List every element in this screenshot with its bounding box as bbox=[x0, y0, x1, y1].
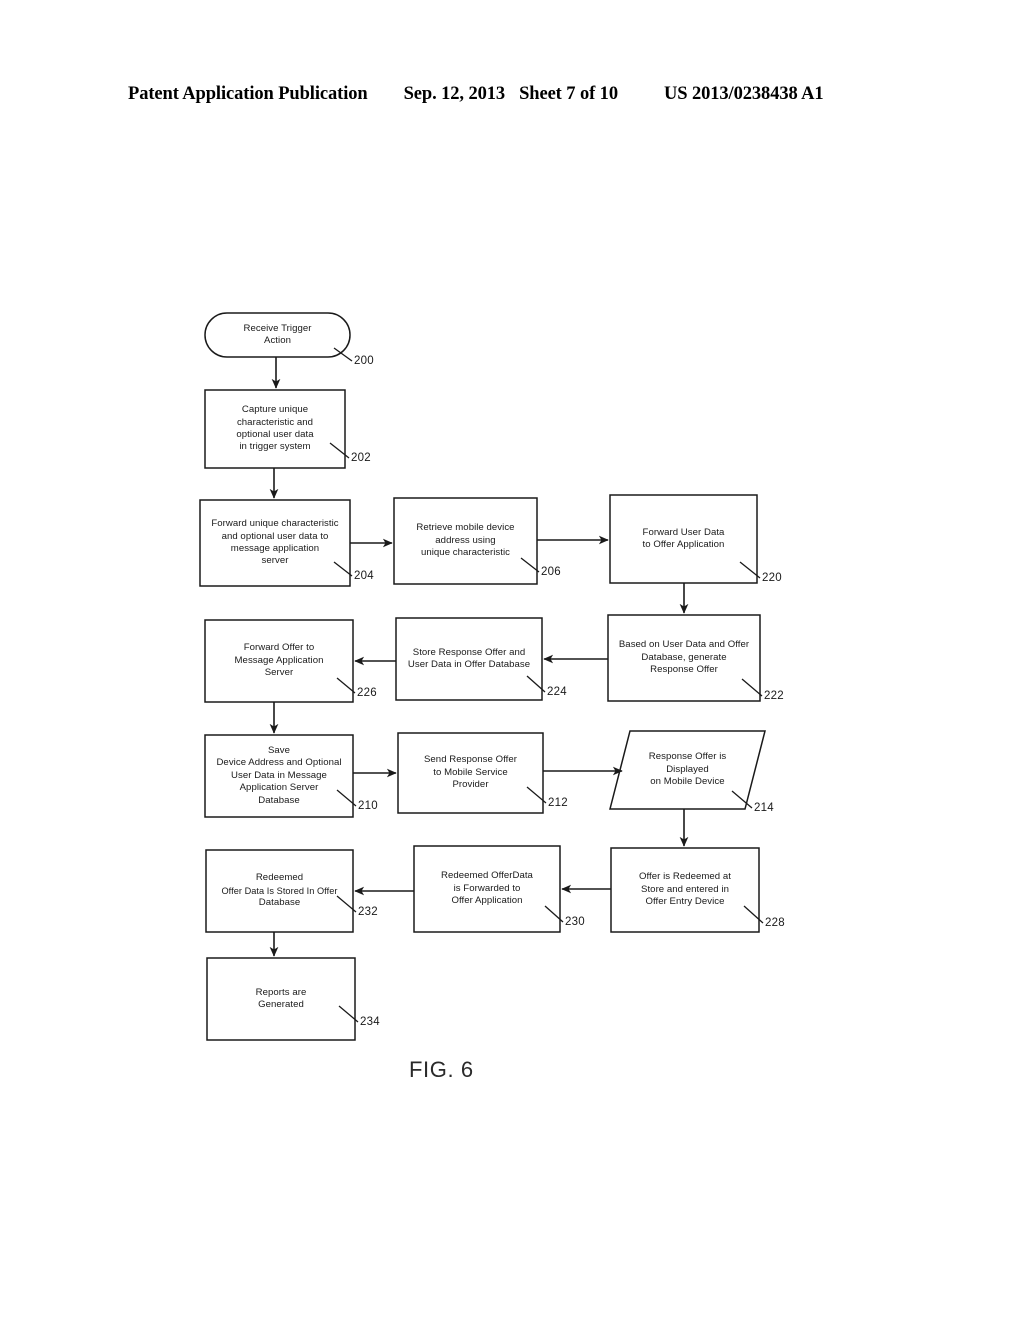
ref-numeral-228: 228 bbox=[765, 917, 785, 929]
flowchart-canvas bbox=[199, 312, 766, 1041]
node-shape-232 bbox=[205, 849, 354, 933]
ref-numeral-204: 204 bbox=[354, 570, 374, 582]
ref-numeral-224: 224 bbox=[547, 686, 567, 698]
figure-caption: FIG. 6 bbox=[409, 1057, 474, 1082]
ref-numeral-222: 222 bbox=[764, 690, 784, 702]
node-shape-210 bbox=[204, 734, 354, 818]
ref-numeral-220: 220 bbox=[762, 572, 782, 584]
node-shape-230 bbox=[413, 845, 561, 933]
node-shape-222 bbox=[607, 614, 761, 702]
node-shape-214 bbox=[609, 730, 766, 810]
node-shape-234 bbox=[206, 957, 356, 1041]
ref-numeral-210: 210 bbox=[358, 800, 378, 812]
ref-numeral-202: 202 bbox=[351, 452, 371, 464]
node-shape-204 bbox=[199, 499, 351, 587]
node-shape-224 bbox=[395, 617, 543, 701]
ref-numeral-206: 206 bbox=[541, 566, 561, 578]
flowchart-figure: Receive Trigger Action Capture unique ch… bbox=[0, 0, 1024, 1320]
node-shape-206 bbox=[393, 497, 538, 585]
node-shape-202 bbox=[204, 389, 346, 469]
ref-numeral-232: 232 bbox=[358, 906, 378, 918]
ref-numeral-214: 214 bbox=[754, 802, 774, 814]
ref-numeral-212: 212 bbox=[548, 797, 568, 809]
node-shape-212 bbox=[397, 732, 544, 814]
node-shape-228 bbox=[610, 847, 760, 933]
node-shape-200 bbox=[204, 312, 351, 358]
ref-numeral-234: 234 bbox=[360, 1016, 380, 1028]
ref-numeral-226: 226 bbox=[357, 687, 377, 699]
ref-numeral-230: 230 bbox=[565, 916, 585, 928]
ref-numeral-200: 200 bbox=[354, 355, 374, 367]
node-shape-220 bbox=[609, 494, 758, 584]
node-shape-226 bbox=[204, 619, 354, 703]
